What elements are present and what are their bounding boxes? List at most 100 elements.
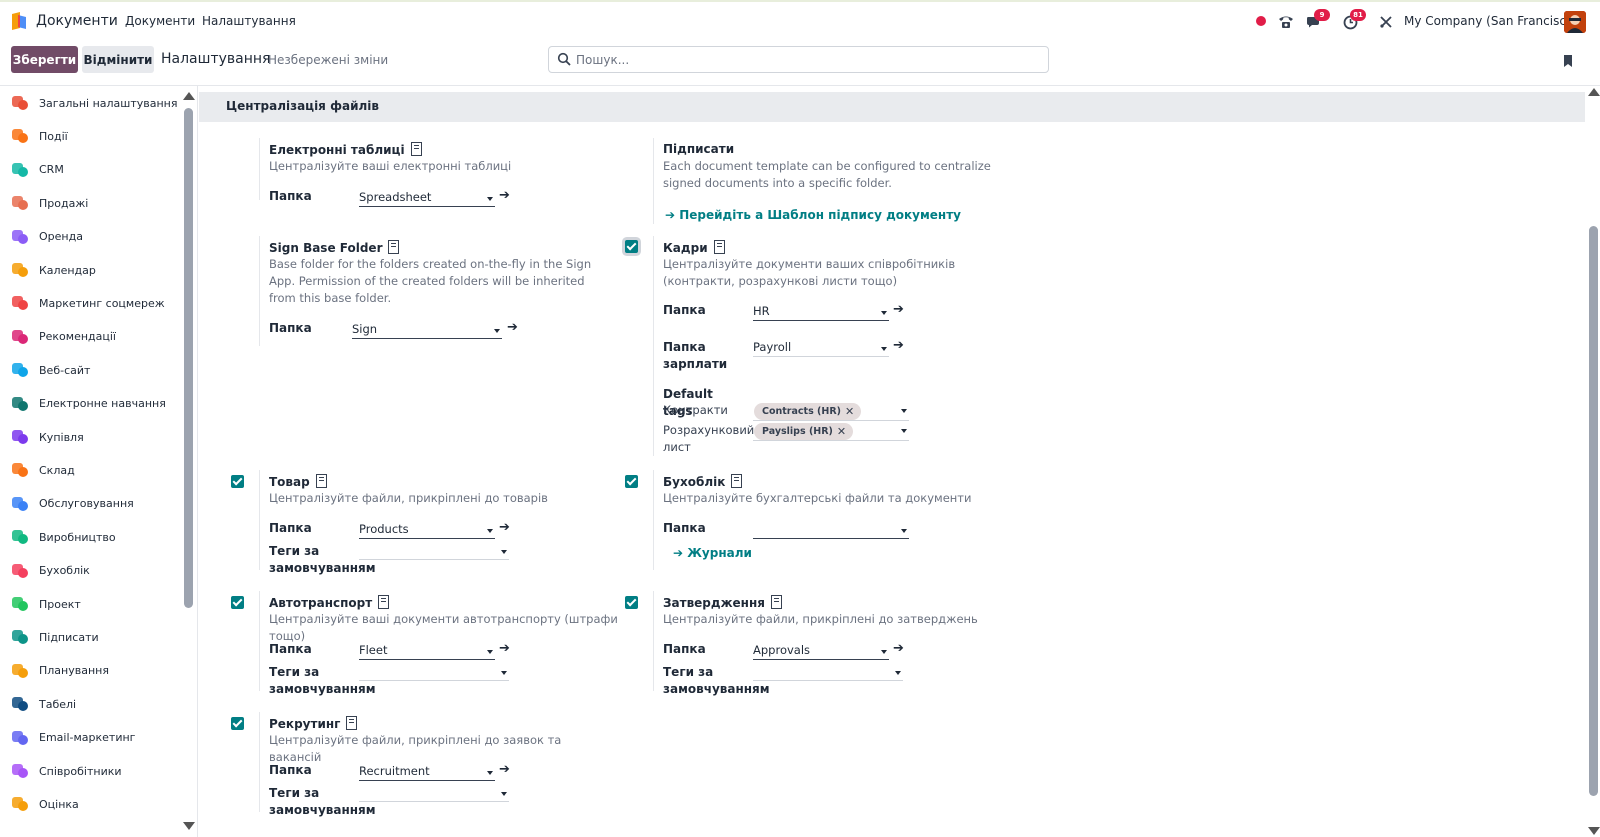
- accounting-checkbox[interactable]: [625, 475, 638, 488]
- control-panel: Зберегти Відмінити Налаштування Незбереж…: [0, 40, 1600, 86]
- events-app-icon: [10, 126, 30, 146]
- product-title: Товар: [269, 474, 327, 489]
- fleet-checkbox[interactable]: [231, 596, 244, 609]
- sign-template-link[interactable]: ➔ Перейдіть а Шаблон підпису документу: [665, 208, 961, 222]
- scroll-up-icon[interactable]: [183, 92, 195, 100]
- sign-base-folder-select[interactable]: Sign: [352, 322, 502, 339]
- search-input[interactable]: [576, 47, 1036, 72]
- activities-badge: 81: [1350, 9, 1366, 21]
- spreadsheet-folder-select[interactable]: Spreadsheet: [359, 190, 495, 207]
- debug-tools-icon[interactable]: [1376, 12, 1396, 32]
- accounting-desc: Централізуйте бухгалтерські файли та док…: [663, 491, 972, 505]
- recruitment-checkbox[interactable]: [231, 717, 244, 730]
- contracts-tag: Contracts (HR) ✕: [754, 403, 862, 420]
- employees-app-icon: [10, 761, 30, 781]
- open-folder-arrow-icon[interactable]: ➔: [499, 188, 510, 203]
- discard-button[interactable]: Відмінити: [82, 46, 154, 73]
- dropdown-caret-icon: [901, 529, 907, 533]
- dropdown-caret-icon: [487, 197, 493, 201]
- sidebar-item[interactable]: Маркетинг соцмереж: [10, 288, 180, 318]
- sidebar-item[interactable]: Електронне навчання: [10, 389, 180, 419]
- nav-settings[interactable]: Налаштування: [202, 14, 296, 28]
- breadcrumb: Налаштування: [161, 51, 271, 67]
- sidebar-item[interactable]: Календар: [10, 255, 180, 285]
- sidebar-item[interactable]: Планування: [10, 656, 180, 686]
- scroll-up-icon[interactable]: [1588, 88, 1600, 96]
- sidebar-item[interactable]: Обслуговування: [10, 489, 180, 519]
- remove-tag-icon[interactable]: ✕: [837, 425, 846, 438]
- open-folder-arrow-icon[interactable]: ➔: [893, 641, 904, 656]
- sidebar-item[interactable]: Продажі: [10, 188, 180, 218]
- recording-indicator-icon[interactable]: [1256, 16, 1266, 26]
- hr-folder-select[interactable]: HR: [753, 304, 889, 321]
- hr-folder-label: Папка: [663, 303, 706, 317]
- product-folder-select[interactable]: Products: [359, 522, 495, 539]
- sidebar-item[interactable]: Email-маркетинг: [10, 723, 180, 753]
- bookmark-icon[interactable]: [1562, 54, 1574, 68]
- activities-clock-icon[interactable]: 81: [1340, 9, 1366, 32]
- sidebar-item[interactable]: Проект: [10, 589, 180, 619]
- open-folder-arrow-icon[interactable]: ➔: [499, 520, 510, 535]
- approvals-tags-input[interactable]: [753, 664, 903, 681]
- open-folder-arrow-icon[interactable]: ➔: [893, 338, 904, 353]
- accounting-title: Бухоблік: [663, 474, 743, 489]
- hr-checkbox[interactable]: [625, 240, 638, 253]
- company-setting-icon: [770, 595, 782, 609]
- fleet-folder-select[interactable]: Fleet: [359, 643, 495, 660]
- save-button[interactable]: Зберегти: [11, 46, 78, 73]
- sidebar-item[interactable]: Підписати: [10, 622, 180, 652]
- sidebar-item[interactable]: Загальні налаштування: [10, 88, 180, 118]
- recruitment-folder-select[interactable]: Recruitment: [359, 764, 495, 781]
- dropdown-caret-icon: [487, 529, 493, 533]
- sidebar-item[interactable]: CRM: [10, 155, 180, 185]
- main-scrollbar[interactable]: [1587, 86, 1600, 837]
- messages-icon[interactable]: 9: [1304, 9, 1330, 32]
- approvals-folder-select[interactable]: Approvals: [753, 643, 889, 660]
- accounting-folder-select[interactable]: [753, 522, 909, 539]
- sidebar-item[interactable]: Оренда: [10, 222, 180, 252]
- sidebar-item[interactable]: Співробітники: [10, 756, 180, 786]
- product-checkbox[interactable]: [231, 475, 244, 488]
- recruitment-folder-label: Папка: [269, 763, 312, 777]
- sidebar-item[interactable]: Бухоблік: [10, 556, 180, 586]
- settings-sidebar: Загальні налаштування Події CRM Продажі Орен…: [0, 86, 198, 837]
- product-tags-input[interactable]: [359, 543, 509, 560]
- sidebar-item[interactable]: Купівля: [10, 422, 180, 452]
- sidebar-item[interactable]: Оцінка: [10, 789, 180, 819]
- scroll-down-icon[interactable]: [183, 822, 195, 830]
- phone-icon[interactable]: [1276, 12, 1296, 32]
- dropdown-caret-icon: [501, 792, 507, 796]
- sidebar-scroll-thumb[interactable]: [184, 108, 193, 608]
- dropdown-caret-icon: [494, 329, 500, 333]
- payslips-tag: Payslips (HR) ✕: [754, 423, 854, 440]
- scroll-down-icon[interactable]: [1588, 827, 1600, 835]
- main-scroll-thumb[interactable]: [1589, 226, 1598, 796]
- sidebar-item[interactable]: Склад: [10, 455, 180, 485]
- sidebar-scrollbar[interactable]: [182, 90, 196, 832]
- unsaved-changes-indicator: Незбережені зміни: [268, 53, 389, 67]
- fleet-tags-input[interactable]: [359, 664, 509, 681]
- user-avatar[interactable]: [1564, 11, 1586, 33]
- open-folder-arrow-icon[interactable]: ➔: [499, 641, 510, 656]
- recruitment-tags-input[interactable]: [359, 785, 509, 802]
- remove-tag-icon[interactable]: ✕: [845, 405, 854, 418]
- sidebar-item[interactable]: Табелі: [10, 689, 180, 719]
- company-switcher[interactable]: My Company (San Francisco): [1404, 14, 1578, 28]
- nav-documents[interactable]: Документи: [125, 14, 195, 28]
- documents-app-logo-icon[interactable]: [10, 11, 28, 31]
- open-folder-arrow-icon[interactable]: ➔: [507, 320, 518, 335]
- sidebar-item-label: Веб-сайт: [39, 363, 91, 377]
- journals-link[interactable]: ➔ Журнали: [673, 546, 752, 560]
- open-folder-arrow-icon[interactable]: ➔: [893, 302, 904, 317]
- sidebar-item[interactable]: Рекомендації: [10, 322, 180, 352]
- search-bar[interactable]: [548, 46, 1049, 73]
- app-name[interactable]: Документи: [36, 13, 118, 29]
- sidebar-item[interactable]: Виробництво: [10, 522, 180, 552]
- company-setting-icon: [315, 474, 327, 488]
- sidebar-item-label: Підписати: [39, 630, 99, 644]
- hr-payroll-select[interactable]: Payroll: [753, 340, 889, 357]
- sidebar-item[interactable]: Веб-сайт: [10, 355, 180, 385]
- sidebar-item[interactable]: Події: [10, 121, 180, 151]
- approvals-checkbox[interactable]: [625, 596, 638, 609]
- open-folder-arrow-icon[interactable]: ➔: [499, 762, 510, 777]
